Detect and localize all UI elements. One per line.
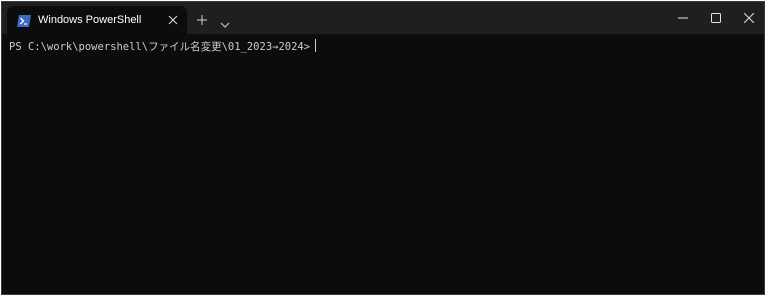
title-bar[interactable]: Windows PowerShell — [2, 2, 764, 34]
new-tab-icon[interactable] — [196, 13, 208, 25]
prompt-text: PS C:\work\powershell\ファイル名変更\01_2023→20… — [9, 41, 311, 53]
terminal-content[interactable]: PS C:\work\powershell\ファイル名変更\01_2023→20… — [2, 34, 764, 294]
text-cursor — [315, 39, 317, 52]
tab-windows-powershell[interactable]: Windows PowerShell — [7, 6, 187, 34]
powershell-icon — [17, 14, 31, 27]
dropdown-chevron-icon[interactable] — [220, 16, 230, 28]
maximize-icon — [711, 13, 721, 23]
tab-close-icon[interactable] — [166, 13, 180, 27]
terminal-window: Windows PowerShell PS C:\work\powershell… — [1, 1, 765, 295]
close-icon — [744, 13, 754, 23]
tab-title: Windows PowerShell — [38, 14, 142, 26]
minimize-icon — [678, 17, 688, 19]
prompt-line: PS C:\work\powershell\ファイル名変更\01_2023→20… — [9, 39, 317, 54]
close-button[interactable] — [727, 2, 764, 34]
